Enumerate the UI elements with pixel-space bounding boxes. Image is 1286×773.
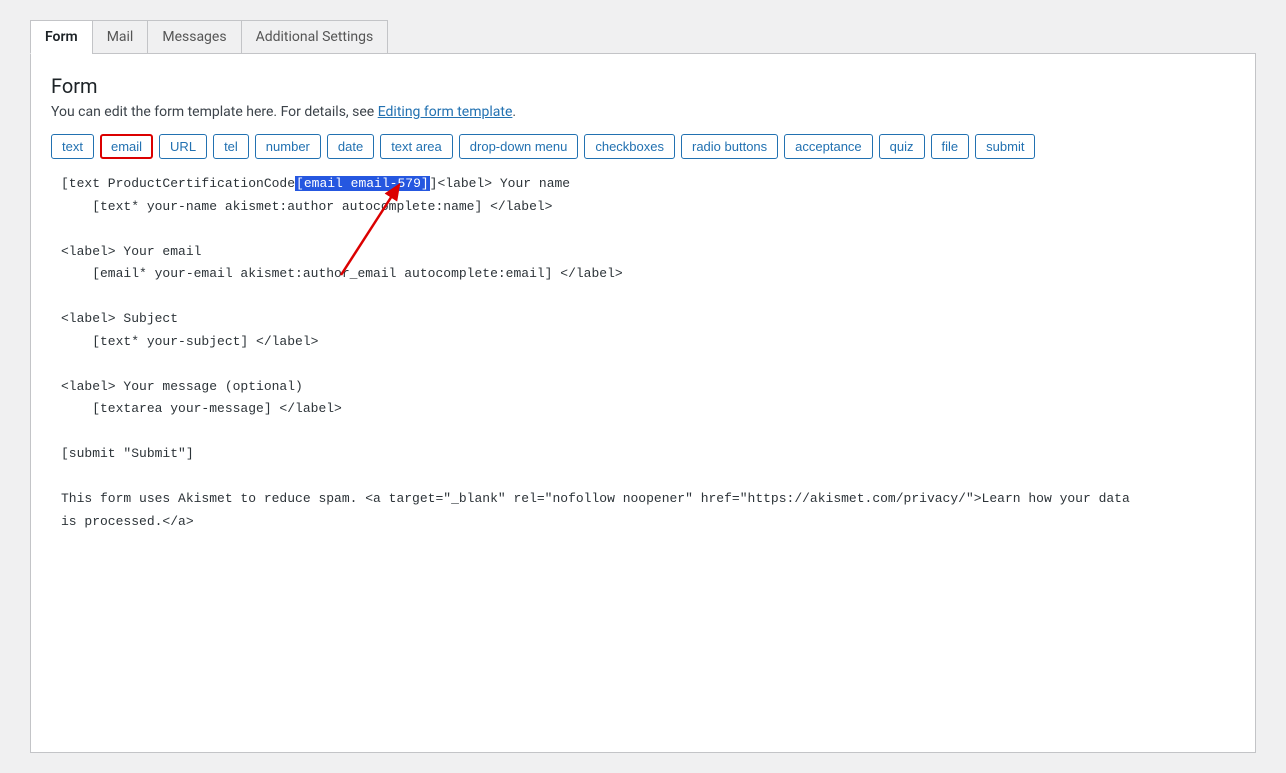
form-code-overlay: [text ProductCertificationCode[email ema… <box>61 173 1130 533</box>
tab-additional-settings[interactable]: Additional Settings <box>241 20 389 54</box>
tag-btn-radio[interactable]: radio buttons <box>681 134 778 159</box>
desc-suffix: . <box>512 104 516 120</box>
annotation-arrow <box>311 177 411 277</box>
inserted-email-tag: [email email-579] <box>295 176 430 191</box>
code-line1-suffix: ]<label> Your name <box>430 176 570 191</box>
tag-btn-email[interactable]: email <box>100 134 153 159</box>
tab-form[interactable]: Form <box>30 20 93 54</box>
tag-btn-text[interactable]: text <box>51 134 94 159</box>
section-description: You can edit the form template here. For… <box>51 104 1235 120</box>
tabs-container: Form Mail Messages Additional Settings <box>30 20 1256 54</box>
desc-prefix: You can edit the form template here. For… <box>51 104 378 120</box>
tag-btn-dropdown[interactable]: drop-down menu <box>459 134 579 159</box>
tag-btn-tel[interactable]: tel <box>213 134 249 159</box>
form-panel: Form You can edit the form template here… <box>30 53 1256 753</box>
code-rest: [text* your-name akismet:author autocomp… <box>61 199 1130 529</box>
section-title: Form <box>51 74 1235 98</box>
editing-template-link[interactable]: Editing form template <box>378 104 513 120</box>
tab-mail[interactable]: Mail <box>92 20 149 54</box>
code-line1-prefix: [text ProductCertificationCode <box>61 176 295 191</box>
tag-btn-acceptance[interactable]: acceptance <box>784 134 873 159</box>
tag-btn-checkboxes[interactable]: checkboxes <box>584 134 675 159</box>
tag-btn-url[interactable]: URL <box>159 134 207 159</box>
tag-btn-submit[interactable]: submit <box>975 134 1035 159</box>
tag-generator-buttons: text email URL tel number date text area… <box>51 134 1235 159</box>
tag-btn-number[interactable]: number <box>255 134 321 159</box>
tag-btn-date[interactable]: date <box>327 134 374 159</box>
tab-messages[interactable]: Messages <box>147 20 241 54</box>
tag-btn-textarea[interactable]: text area <box>380 134 453 159</box>
tag-btn-file[interactable]: file <box>931 134 970 159</box>
tag-btn-quiz[interactable]: quiz <box>879 134 925 159</box>
form-textarea-wrapper: [text ProductCertificationCode[email ema… <box>51 165 1235 719</box>
